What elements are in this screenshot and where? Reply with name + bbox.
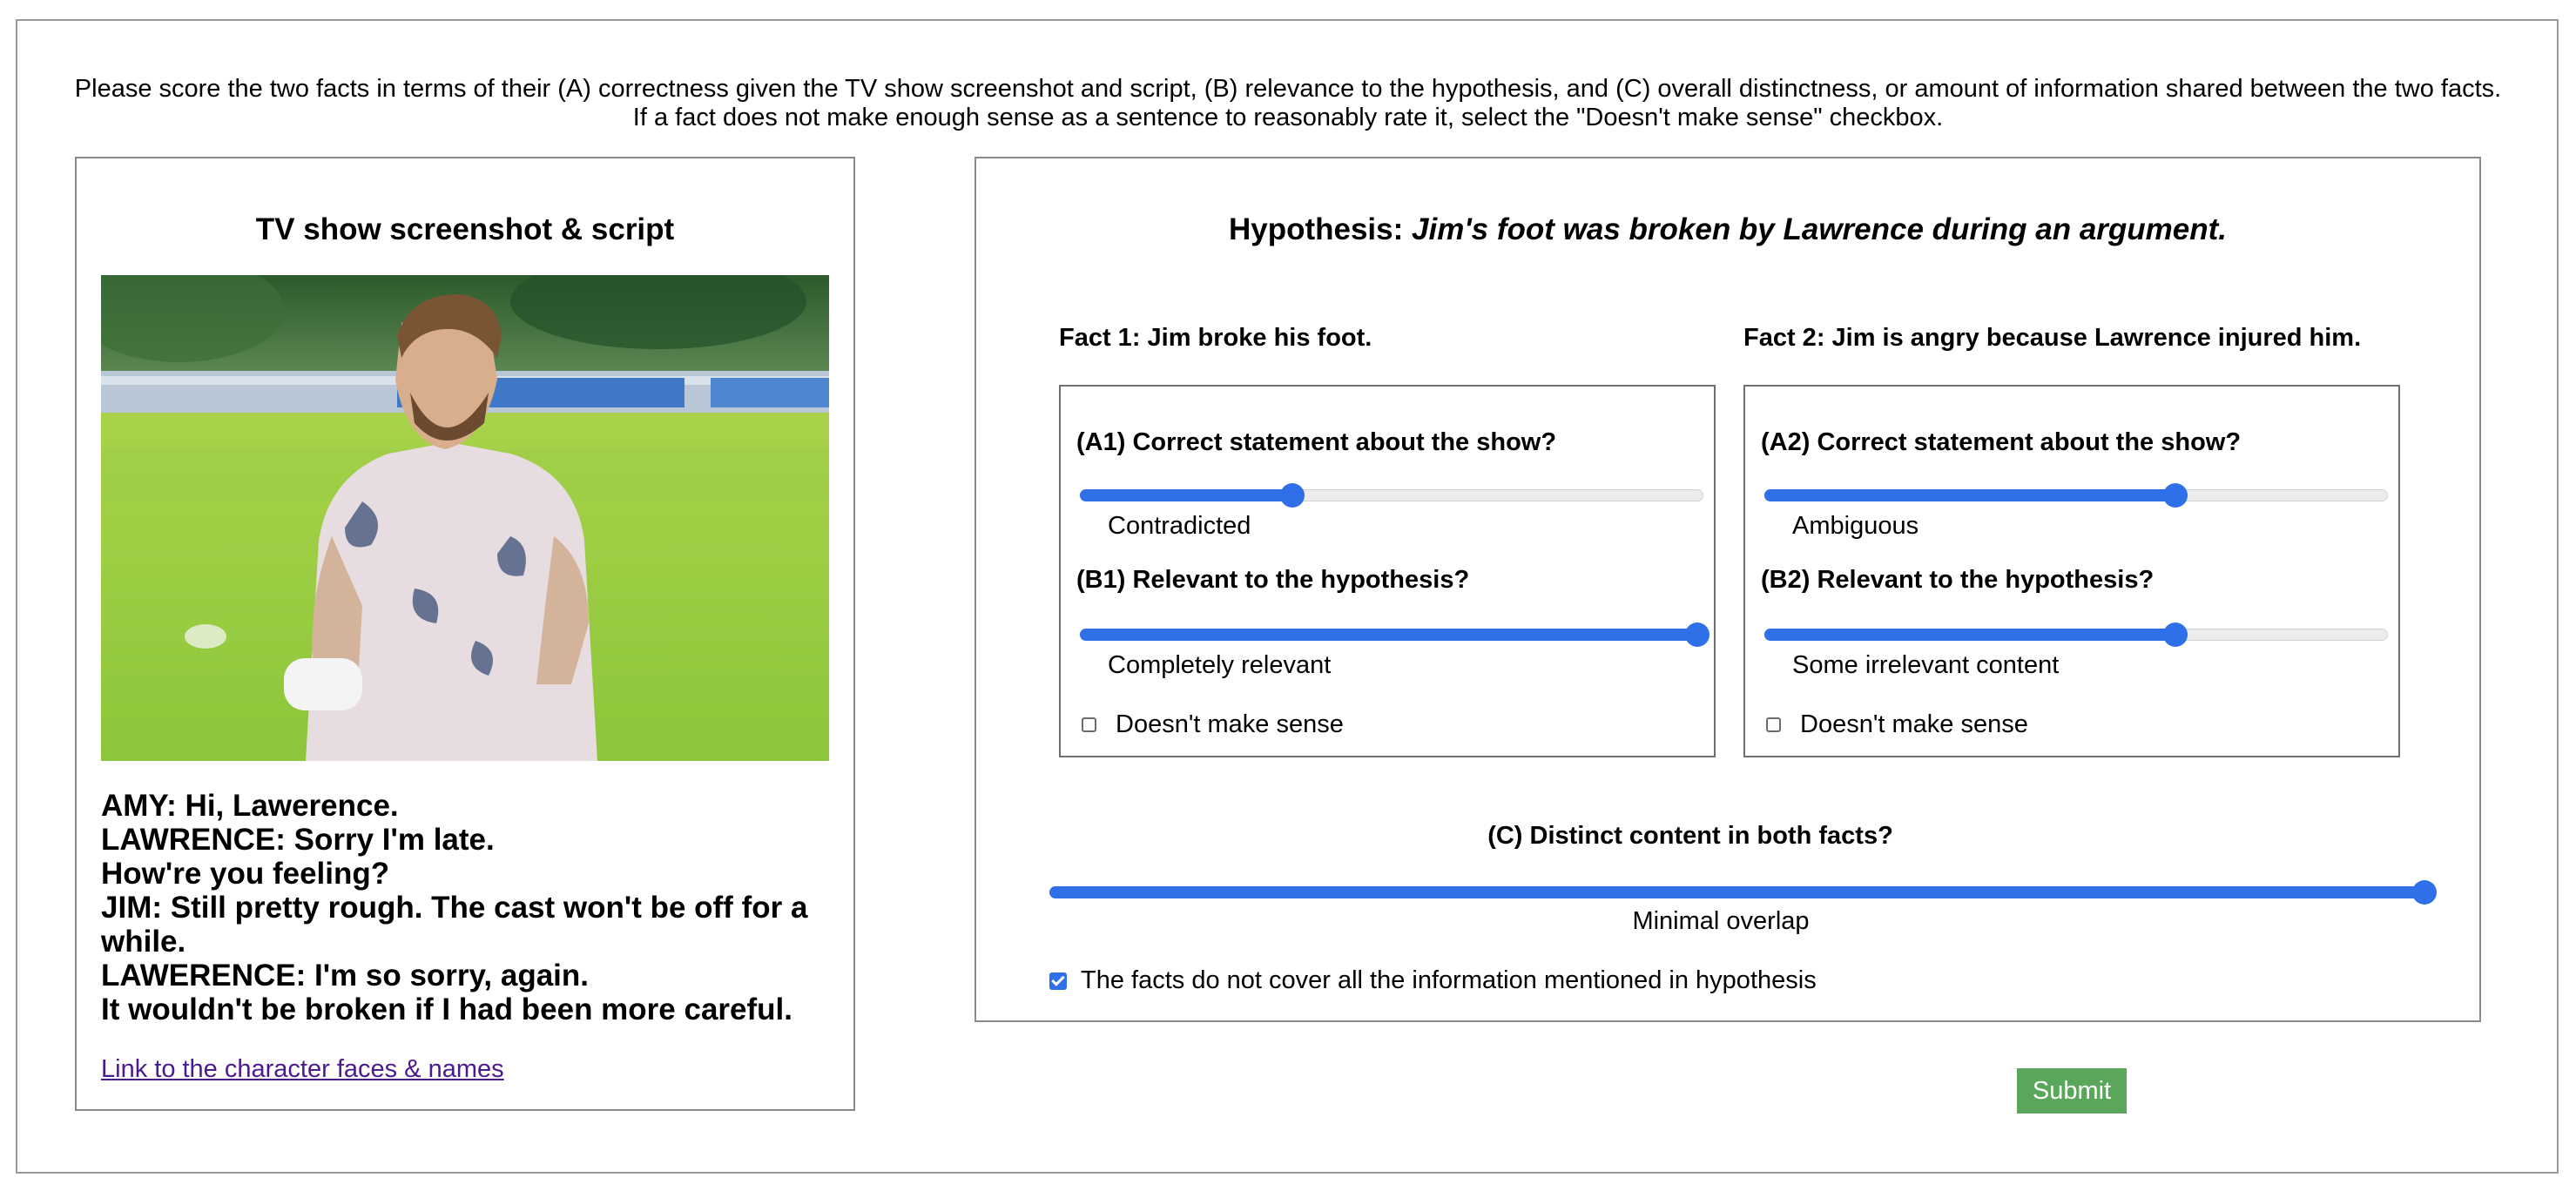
instructions-line-2: If a fact does not make enough sense as … xyxy=(632,104,1944,131)
slider-thumb[interactable] xyxy=(2163,483,2188,508)
fact-1-box: (A1) Correct statement about the show? C… xyxy=(1059,385,1716,757)
fact-2-relevance-value: Some irrelevant content xyxy=(1792,651,2060,679)
slider-thumb[interactable] xyxy=(1685,622,1709,647)
script-line: How're you feeling? xyxy=(101,857,390,891)
check-icon[interactable] xyxy=(1049,972,1067,990)
checkbox-label: Doesn't make sense xyxy=(1116,710,1344,738)
submit-button[interactable]: Submit xyxy=(2017,1068,2127,1114)
rating-panel: Hypothesis: Jim's foot was broken by Law… xyxy=(974,157,2481,1022)
slider-fill xyxy=(1080,489,1292,501)
fact-2-correct-question: (A2) Correct statement about the show? xyxy=(1761,428,2242,456)
screenshot-script-panel: TV show screenshot & script AMY: Hi, Law… xyxy=(75,157,855,1111)
fact-2-title: Fact 2: Jim is angry because Lawrence in… xyxy=(1743,324,2362,352)
slider-thumb[interactable] xyxy=(2163,622,2188,647)
distinct-question: (C) Distinct content in both facts? xyxy=(1487,822,1893,850)
fact-2-doesnt-make-sense-checkbox[interactable] xyxy=(1766,717,1781,732)
script-line: JIM: Still pretty rough. The cast won't … xyxy=(101,891,817,959)
fact-1-correct-slider[interactable] xyxy=(1080,483,1703,508)
character-faces-link[interactable]: Link to the character faces & names xyxy=(101,1055,504,1084)
fact-1-relevance-value: Completely relevant xyxy=(1108,651,1332,679)
slider-fill xyxy=(1764,629,2176,641)
fact-2-relevance-slider[interactable] xyxy=(1764,622,2388,647)
hypothesis-text: Jim's foot was broken by Lawrence during… xyxy=(1412,212,2228,246)
fact-1-doesnt-make-sense[interactable]: Doesn't make sense xyxy=(1082,710,1344,739)
script-line: LAWRENCE: Sorry I'm late. xyxy=(101,823,495,857)
distinct-slider[interactable] xyxy=(1049,880,2437,905)
fact-1-relevance-slider[interactable] xyxy=(1080,622,1709,647)
slider-fill xyxy=(1080,629,1703,641)
panel-title: TV show screenshot & script xyxy=(255,212,675,246)
distinct-value: Minimal overlap xyxy=(1632,907,1810,935)
tv-show-screenshot xyxy=(101,275,829,761)
fact-1-doesnt-make-sense-checkbox[interactable] xyxy=(1082,717,1096,732)
fact-1-correct-question: (A1) Correct statement about the show? xyxy=(1076,428,1557,456)
coverage-label: The facts do not cover all the informati… xyxy=(1081,966,1817,994)
script-line: It wouldn't be broken if I had been more… xyxy=(101,992,792,1026)
fact-1-correct-value: Contradicted xyxy=(1108,512,1251,540)
fact-2-doesnt-make-sense[interactable]: Doesn't make sense xyxy=(1766,710,2028,739)
slider-fill xyxy=(1049,886,2430,898)
instructions-line-1: Please score the two facts in terms of t… xyxy=(74,75,2502,103)
slider-thumb[interactable] xyxy=(2412,880,2437,905)
fact-2-box: (A2) Correct statement about the show? A… xyxy=(1743,385,2400,757)
script-line: LAWERENCE: I'm so sorry, again. xyxy=(101,959,589,992)
slider-thumb[interactable] xyxy=(1279,483,1305,508)
script-line: AMY: Hi, Lawerence. xyxy=(101,789,399,823)
slider-fill xyxy=(1764,489,2176,501)
coverage-checkbox-row[interactable]: The facts do not cover all the informati… xyxy=(1049,966,1817,995)
script-text: AMY: Hi, Lawerence. LAWRENCE: Sorry I'm … xyxy=(101,789,833,1026)
fact-2-relevance-question: (B2) Relevant to the hypothesis? xyxy=(1761,566,2155,594)
hypothesis-label: Hypothesis: xyxy=(1228,212,1404,246)
fact-1-relevance-question: (B1) Relevant to the hypothesis? xyxy=(1076,566,1470,594)
fact-2-correct-slider[interactable] xyxy=(1764,483,2388,508)
fact-1-title: Fact 1: Jim broke his foot. xyxy=(1059,324,1372,352)
checkbox-label: Doesn't make sense xyxy=(1800,710,2028,738)
hypothesis: Hypothesis: Jim's foot was broken by Law… xyxy=(976,212,2479,247)
fact-2-correct-value: Ambiguous xyxy=(1792,512,1919,540)
